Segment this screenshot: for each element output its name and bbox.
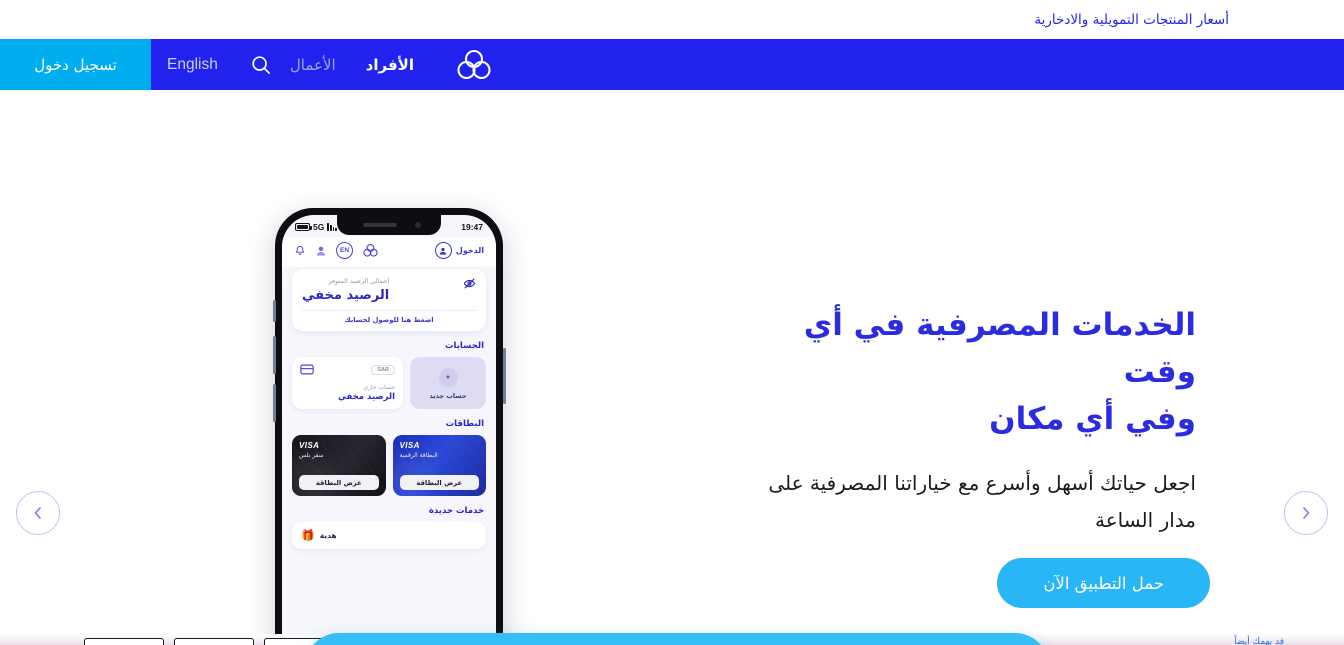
account-card-info: حساب جاري الرصيد مخفي (300, 376, 395, 402)
chevron-left-icon (30, 505, 46, 521)
currency-badge: SAR (371, 364, 395, 375)
hero-section: الخدمات المصرفية في أي وقت وفي أي مكان ا… (0, 90, 1344, 645)
below-fold-card[interactable] (84, 638, 164, 645)
carousel-next-button[interactable] (1284, 491, 1328, 535)
card-name: البطاقة الرقمية (399, 451, 438, 459)
account-card-top: SAR (300, 364, 395, 375)
feature-quick-links-bar: التأمين التمويل البطاقات (305, 633, 1049, 645)
balance-amount: الرصيد مخفي (302, 288, 390, 303)
nav-right-group: الأفراد الأعمال (288, 39, 524, 90)
balance-divider (302, 310, 476, 311)
phone-power-button (502, 348, 506, 404)
trefoil-logo-icon (454, 48, 494, 82)
visa-logo-icon: VISA (299, 441, 320, 450)
plus-icon: + (438, 368, 458, 387)
balance-label: إجمالي الرصيد المتوفر (328, 277, 390, 285)
gift-icon: 🎁 (301, 529, 315, 542)
card-brand-block: VISA سفر بلس (299, 441, 379, 459)
search-button[interactable] (234, 39, 288, 90)
credit-card-icon (300, 364, 314, 375)
phone-camera (415, 222, 421, 228)
cards-section-title: البطاقات (445, 419, 484, 429)
nav-link-individuals[interactable]: الأفراد (364, 52, 416, 78)
user-circle-icon (434, 242, 452, 259)
phone-notch (337, 215, 441, 235)
app-body: إجمالي الرصيد المتوفر الرصيد مخفي اضغط ه… (282, 269, 496, 549)
card-name: سفر بلس (299, 451, 324, 459)
chevron-right-icon (1298, 505, 1314, 521)
download-app-button[interactable]: حمل التطبيق الآن (997, 558, 1210, 608)
page-root: أسعار المنتجات التمويلية والادخارية الأف… (0, 0, 1344, 645)
cards-row: VISA البطاقة الرقمية عرض البطاقة VISA سف… (292, 435, 486, 496)
app-header-left: EN (294, 242, 379, 259)
balance-access-link[interactable]: اضغط هنا للوصول لحسابك (302, 316, 476, 324)
top-announcement-bar: أسعار المنتجات التمويلية والادخارية (0, 0, 1344, 39)
phone-volume-up-button (272, 336, 276, 374)
hero-headline-line1: الخدمات المصرفية في أي وقت (803, 307, 1196, 391)
trefoil-logo-icon (362, 243, 379, 258)
visa-logo-icon: VISA (399, 441, 420, 450)
phone-screen: 19:47 5G الدخول EN إجمالي الرصيد المتوفر… (282, 215, 496, 645)
balance-top-row: إجمالي الرصيد المتوفر الرصيد مخفي (302, 277, 476, 303)
account-card[interactable]: SAR حساب جاري الرصيد مخفي (292, 357, 403, 409)
carousel-prev-button[interactable] (16, 491, 60, 535)
phone-mute-button (272, 300, 276, 322)
below-fold-card[interactable] (174, 638, 254, 645)
app-login-button[interactable]: الدخول (434, 242, 484, 259)
card-item-digital[interactable]: VISA البطاقة الرقمية عرض البطاقة (392, 435, 486, 496)
phone-mockup: 19:47 5G الدخول EN إجمالي الرصيد المتوفر… (272, 208, 506, 645)
services-section-title: خدمات جديدة (428, 506, 484, 516)
nav-link-business[interactable]: الأعمال (288, 52, 338, 78)
network-label: 5G (313, 222, 325, 232)
battery-full-icon (295, 223, 312, 231)
accounts-row: + حساب جديد SAR حساب جاري الرصيد مخفي (292, 357, 486, 409)
account-balance: الرصيد مخفي (337, 392, 395, 402)
app-header: الدخول EN (282, 237, 496, 267)
nav-left-group: English تسجيل دخول (0, 39, 288, 90)
balance-texts: إجمالي الرصيد المتوفر الرصيد مخفي (302, 277, 389, 303)
phone-speaker (363, 223, 397, 227)
status-time: 19:47 (461, 222, 483, 232)
account-type: حساب جاري (363, 384, 395, 391)
main-navigation: الأفراد الأعمال English تسجيل دخول (0, 39, 1344, 90)
phone-volume-down-button (272, 384, 276, 422)
eye-off-icon[interactable] (463, 277, 476, 290)
card-brand-block: VISA البطاقة الرقمية (400, 441, 480, 459)
person-icon[interactable] (315, 245, 327, 257)
new-account-button[interactable]: + حساب جديد (410, 357, 486, 409)
below-fold-text: قد يهمك أيضاً (1234, 637, 1284, 645)
hero-text-block: الخدمات المصرفية في أي وقت وفي أي مكان ا… (766, 302, 1196, 538)
brand-logo[interactable] (444, 48, 504, 82)
bell-icon[interactable] (294, 245, 306, 257)
rates-link[interactable]: أسعار المنتجات التمويلية والادخارية (1034, 12, 1229, 28)
service-item-gift[interactable]: 🎁 هدية (292, 522, 486, 549)
app-language-toggle[interactable]: EN (336, 242, 353, 259)
accounts-section-title: الحسابات (445, 341, 484, 351)
view-card-button[interactable]: عرض البطاقة (399, 475, 479, 490)
app-login-label: الدخول (455, 246, 484, 255)
nav-links: الأفراد الأعمال (288, 52, 416, 78)
signal-bars-icon (327, 223, 337, 231)
hero-subheadline: اجعل حياتك أسهل وأسرع مع خياراتنا المصرف… (768, 471, 1196, 532)
hero-headline-line2: وفي أي مكان (989, 401, 1196, 438)
new-account-label: حساب جديد (429, 392, 467, 400)
card-item-travel[interactable]: VISA سفر بلس عرض البطاقة (292, 435, 386, 496)
view-card-button[interactable]: عرض البطاقة (299, 475, 379, 490)
search-icon (250, 54, 272, 76)
app-header-right: الدخول (434, 242, 484, 259)
service-item-label: هدية (319, 531, 337, 540)
balance-card: إجمالي الرصيد المتوفر الرصيد مخفي اضغط ه… (292, 269, 486, 331)
language-toggle[interactable]: English (151, 39, 234, 90)
login-button[interactable]: تسجيل دخول (0, 39, 151, 90)
status-indicators: 5G (295, 222, 337, 232)
